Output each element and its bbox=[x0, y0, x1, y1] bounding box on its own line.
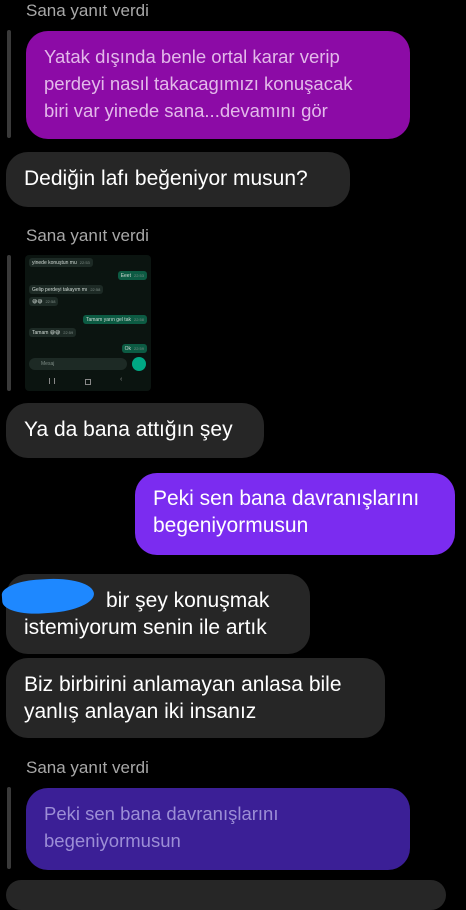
incoming-message[interactable]: Ya da bana attığın şey bbox=[6, 403, 264, 458]
incoming-message[interactable]: Dediğin lafı beğeniyor musun? bbox=[6, 152, 350, 207]
thumb-bubble: Tamam 😅😅 22:59 bbox=[29, 328, 77, 337]
message-text: begeniyormusun bbox=[153, 514, 309, 537]
reply-indicator-line bbox=[7, 787, 11, 869]
quoted-line: Yatak dışında benle ortal karar verip bbox=[44, 46, 340, 67]
thumb-bubble: Tamam yarın gel tak 22:58 bbox=[82, 315, 147, 324]
reply-caption: Sana yanıt verdi bbox=[26, 226, 149, 245]
outgoing-message[interactable]: Peki sen bana davranışlarını begeniyormu… bbox=[135, 473, 455, 555]
thumb-bubble: Ok 22:59 bbox=[121, 344, 147, 353]
quoted-line: Peki sen bana davranışlarını bbox=[44, 803, 279, 824]
recents-icon bbox=[49, 378, 55, 384]
image-thumbnail[interactable]: yinede konuştun mu 22:53 Eeet 22:53 Gelip … bbox=[25, 255, 151, 391]
quoted-message[interactable]: Yatak dışında benle ortal karar verip pe… bbox=[26, 31, 410, 139]
home-icon bbox=[85, 379, 91, 385]
message-text: istemiyorum senin ile artık bbox=[24, 616, 267, 639]
quoted-line: begeniyormusun bbox=[44, 830, 181, 851]
message-text: Biz birbirini anlamayan anlasa bile bbox=[24, 673, 342, 696]
message-text: Peki sen bana davranışlarını bbox=[153, 487, 420, 510]
reply-caption: Sana yanıt verdi bbox=[26, 758, 149, 777]
quoted-line: biri var yinede sana...devamını gör bbox=[44, 100, 328, 121]
mic-icon bbox=[132, 357, 146, 371]
message-text: Dediğin lafı beğeniyor musun? bbox=[24, 167, 308, 190]
quoted-message[interactable]: Peki sen bana davranışlarını begeniyormu… bbox=[26, 788, 410, 870]
message-text: yanlış anlayan iki insanız bbox=[24, 700, 257, 723]
incoming-message-partial[interactable] bbox=[6, 880, 446, 910]
thumb-bubble: yinede konuştun mu 22:53 bbox=[29, 258, 93, 267]
thumb-bubble: 😅😅 22:58 bbox=[29, 297, 59, 306]
reply-indicator-line bbox=[7, 255, 11, 391]
thumb-input: Mesaj bbox=[29, 358, 127, 370]
thumb-bubble: Gelip perdeyi takayım mı 22:58 bbox=[29, 285, 104, 294]
thumb-bubble: Eeet 22:53 bbox=[117, 271, 147, 280]
reply-indicator-line bbox=[7, 30, 11, 138]
quoted-line: perdeyi nasıl takacagımızı konuşacak bbox=[44, 73, 353, 94]
back-icon: ‹ bbox=[120, 376, 123, 383]
message-text: Ya da bana attığın şey bbox=[24, 418, 233, 441]
reply-caption: Sana yanıt verdi bbox=[26, 1, 149, 20]
incoming-message[interactable]: Biz birbirini anlamayan anlasa bile yanl… bbox=[6, 658, 385, 738]
